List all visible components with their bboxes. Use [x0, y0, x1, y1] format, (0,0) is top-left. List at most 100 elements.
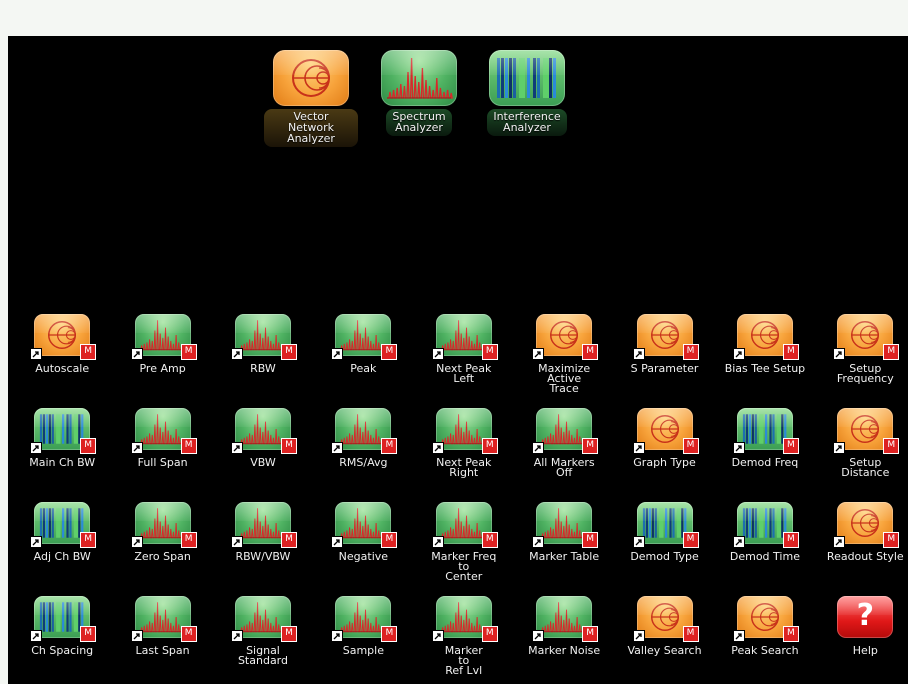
- shortcut-rbw[interactable]: M RBW: [213, 314, 313, 408]
- shortcut-demod-time[interactable]: M Demod Time: [715, 502, 815, 596]
- m-badge-icon: M: [682, 626, 699, 642]
- shortcut-s-parameter[interactable]: M S Parameter: [614, 314, 714, 408]
- app-launcher-row: Vector Network Analyzer Spectrum Analyzer…: [264, 50, 574, 147]
- m-badge-icon: M: [682, 438, 699, 454]
- shortcut-maximize-active-trace[interactable]: M Maximize Active Trace: [514, 314, 614, 408]
- interference-analyzer-icon[interactable]: [489, 50, 565, 106]
- m-badge-icon: M: [280, 532, 297, 548]
- shortcut-label: Last Span: [135, 644, 190, 657]
- vector-network-analyzer-label: Vector Network Analyzer: [264, 109, 358, 147]
- shortcut-signal-standard[interactable]: M Signal Standard: [213, 596, 313, 684]
- interference-analyzer-app[interactable]: Interference Analyzer: [480, 50, 574, 147]
- spectrum-analyzer-app[interactable]: Spectrum Analyzer: [372, 50, 466, 147]
- shortcut-rbw-vbw[interactable]: M RBW/VBW: [213, 502, 313, 596]
- shortcut-arrow-icon: [532, 536, 545, 548]
- m-badge-icon: M: [782, 438, 799, 454]
- m-badge-icon: M: [481, 626, 498, 642]
- shortcut-arrow-icon: [632, 536, 645, 548]
- shortcut-rms-avg[interactable]: M RMS/Avg: [313, 408, 413, 502]
- m-badge-icon: M: [381, 626, 398, 642]
- shortcut-grid: M Autoscale M Pre Amp M RBW M Peak M Next Peak Le…: [12, 314, 908, 684]
- shortcut-label: Marker to Ref Lvl: [444, 644, 483, 677]
- shortcut-adj-ch-bw[interactable]: M Adj Ch BW: [12, 502, 112, 596]
- m-badge-icon: M: [883, 344, 900, 360]
- shortcut-arrow-icon: [230, 536, 243, 548]
- shortcut-label: Negative: [338, 550, 389, 563]
- shortcut-valley-search[interactable]: M Valley Search: [614, 596, 714, 684]
- shortcut-label: Sample: [342, 644, 384, 657]
- shortcut-help[interactable]: ? Help: [815, 596, 908, 684]
- shortcut-label: RBW/VBW: [235, 550, 291, 563]
- shortcut-arrow-icon: [732, 442, 745, 454]
- shortcut-arrow-icon: [431, 348, 444, 360]
- shortcut-demod-freq[interactable]: M Demod Freq: [715, 408, 815, 502]
- shortcut-full-span[interactable]: M Full Span: [112, 408, 212, 502]
- shortcut-arrow-icon: [230, 630, 243, 642]
- shortcut-arrow-icon: [130, 442, 143, 454]
- shortcut-arrow-icon: [833, 348, 846, 360]
- shortcut-zero-span[interactable]: M Zero Span: [112, 502, 212, 596]
- shortcut-label: Peak Search: [731, 644, 799, 657]
- shortcut-arrow-icon: [732, 348, 745, 360]
- m-badge-icon: M: [180, 438, 197, 454]
- m-badge-icon: M: [80, 532, 97, 548]
- shortcut-label: Marker Table: [529, 550, 600, 563]
- shortcut-next-peak-right[interactable]: M Next Peak Right: [414, 408, 514, 502]
- shortcut-label: All Markers Off: [533, 456, 595, 479]
- shortcut-label: Ch Spacing: [31, 644, 94, 657]
- spectrum-analyzer-icon[interactable]: [381, 50, 457, 106]
- shortcut-next-peak-left[interactable]: M Next Peak Left: [414, 314, 514, 408]
- shortcut-label: Maximize Active Trace: [538, 362, 591, 395]
- shortcut-marker-to-ref-lvl[interactable]: M Marker to Ref Lvl: [414, 596, 514, 684]
- shortcut-arrow-icon: [130, 630, 143, 642]
- shortcut-demod-type[interactable]: M Demod Type: [614, 502, 714, 596]
- shortcut-all-markers-off[interactable]: M All Markers Off: [514, 408, 614, 502]
- m-badge-icon: M: [80, 438, 97, 454]
- shortcut-label: Demod Type: [630, 550, 699, 563]
- shortcut-ch-spacing[interactable]: M Ch Spacing: [12, 596, 112, 684]
- shortcut-negative[interactable]: M Negative: [313, 502, 413, 596]
- shortcut-arrow-icon: [30, 630, 43, 642]
- shortcut-autoscale[interactable]: M Autoscale: [12, 314, 112, 408]
- spectrum-analyzer-label: Spectrum Analyzer: [386, 109, 452, 136]
- shortcut-marker-table[interactable]: M Marker Table: [514, 502, 614, 596]
- shortcut-label: RBW: [250, 362, 276, 375]
- shortcut-graph-type[interactable]: M Graph Type: [614, 408, 714, 502]
- shortcut-label: Signal Standard: [237, 644, 288, 667]
- shortcut-peak-search[interactable]: M Peak Search: [715, 596, 815, 684]
- shortcut-arrow-icon: [30, 536, 43, 548]
- m-badge-icon: M: [782, 626, 799, 642]
- m-badge-icon: M: [782, 344, 799, 360]
- shortcut-sample[interactable]: M Sample: [313, 596, 413, 684]
- shortcut-readout-style[interactable]: M Readout Style: [815, 502, 908, 596]
- shortcut-setup-distance[interactable]: M Setup Distance: [815, 408, 908, 502]
- shortcut-marker-noise[interactable]: M Marker Noise: [514, 596, 614, 684]
- shortcut-label: Next Peak Right: [436, 456, 492, 479]
- shortcut-vbw[interactable]: M VBW: [213, 408, 313, 502]
- m-badge-icon: M: [883, 438, 900, 454]
- shortcut-arrow-icon: [732, 536, 745, 548]
- spectrum-trace-icon: [387, 57, 453, 99]
- shortcut-arrow-icon: [30, 442, 43, 454]
- shortcut-marker-freq-to-center[interactable]: M Marker Freq to Center: [414, 502, 514, 596]
- m-badge-icon: M: [180, 532, 197, 548]
- shortcut-arrow-icon: [632, 630, 645, 642]
- m-badge-icon: M: [481, 344, 498, 360]
- shortcut-label: Help: [852, 644, 878, 657]
- shortcut-arrow-icon: [632, 348, 645, 360]
- shortcut-label: Pre Amp: [139, 362, 186, 375]
- shortcut-pre-amp[interactable]: M Pre Amp: [112, 314, 212, 408]
- m-badge-icon: M: [682, 344, 699, 360]
- vector-network-analyzer-app[interactable]: Vector Network Analyzer: [264, 50, 358, 147]
- shortcut-bias-tee-setup[interactable]: M Bias Tee Setup: [715, 314, 815, 408]
- m-badge-icon: M: [481, 438, 498, 454]
- help-icon[interactable]: ?: [837, 596, 894, 638]
- vector-network-analyzer-icon[interactable]: [273, 50, 349, 106]
- shortcut-label: Peak: [350, 362, 377, 375]
- shortcut-setup-frequency[interactable]: M Setup Frequency: [815, 314, 908, 408]
- shortcut-main-ch-bw[interactable]: M Main Ch BW: [12, 408, 112, 502]
- m-badge-icon: M: [80, 344, 97, 360]
- shortcut-peak[interactable]: M Peak: [313, 314, 413, 408]
- shortcut-arrow-icon: [30, 348, 43, 360]
- shortcut-last-span[interactable]: M Last Span: [112, 596, 212, 684]
